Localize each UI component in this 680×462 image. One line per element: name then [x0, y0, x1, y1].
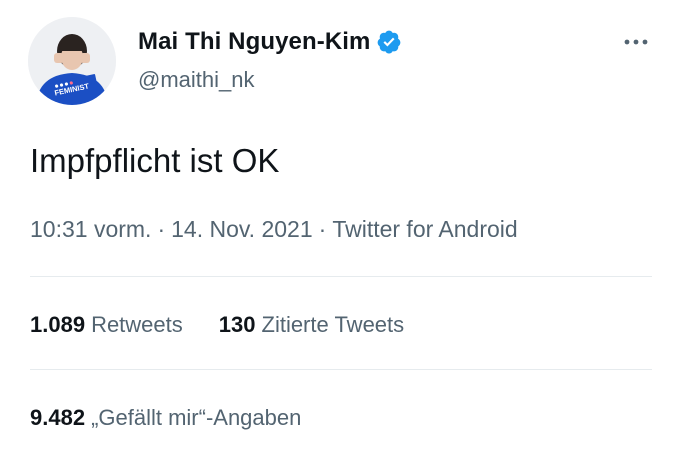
- divider: [30, 276, 652, 277]
- tweet-date[interactable]: 14. Nov. 2021: [171, 216, 313, 242]
- more-horizontal-icon[interactable]: [620, 30, 652, 54]
- likes-stat[interactable]: 9.482 „Gefällt mir“-Angaben: [30, 405, 301, 431]
- retweets-stat[interactable]: 1.089 Retweets: [30, 312, 183, 338]
- likes-label: „Gefällt mir“-Angaben: [91, 405, 302, 430]
- author-handle[interactable]: @maithi_nk: [138, 67, 255, 93]
- tweet-time[interactable]: 10:31 vorm.: [30, 216, 151, 242]
- verified-badge-icon: [376, 29, 402, 55]
- quote-tweets-label: Zitierte Tweets: [261, 312, 405, 337]
- avatar[interactable]: FEMINIST: [28, 17, 116, 105]
- tweet-text: Impfpflicht ist OK: [30, 142, 280, 179]
- tweet-metadata: 10:31 vorm. · 14. Nov. 2021 · Twitter for An…: [30, 216, 518, 243]
- meta-separator: ·: [318, 216, 327, 242]
- meta-separator: ·: [157, 216, 166, 242]
- author-name-row[interactable]: Mai Thi Nguyen-Kim: [138, 28, 402, 56]
- avatar-image: FEMINIST: [28, 17, 116, 105]
- retweets-label: Retweets: [91, 312, 183, 337]
- tweet-source-link[interactable]: Twitter for Android: [332, 216, 517, 242]
- retweets-count: 1.089: [30, 312, 86, 337]
- divider: [30, 369, 652, 370]
- quote-tweets-count: 130: [218, 312, 256, 337]
- quote-tweets-stat[interactable]: 130 Zitierte Tweets: [219, 312, 404, 338]
- engagement-stats: 1.089 Retweets 130 Zitierte Tweets: [30, 312, 404, 338]
- author-display-name[interactable]: Mai Thi Nguyen-Kim: [138, 28, 370, 56]
- likes-count: 9.482: [30, 405, 86, 430]
